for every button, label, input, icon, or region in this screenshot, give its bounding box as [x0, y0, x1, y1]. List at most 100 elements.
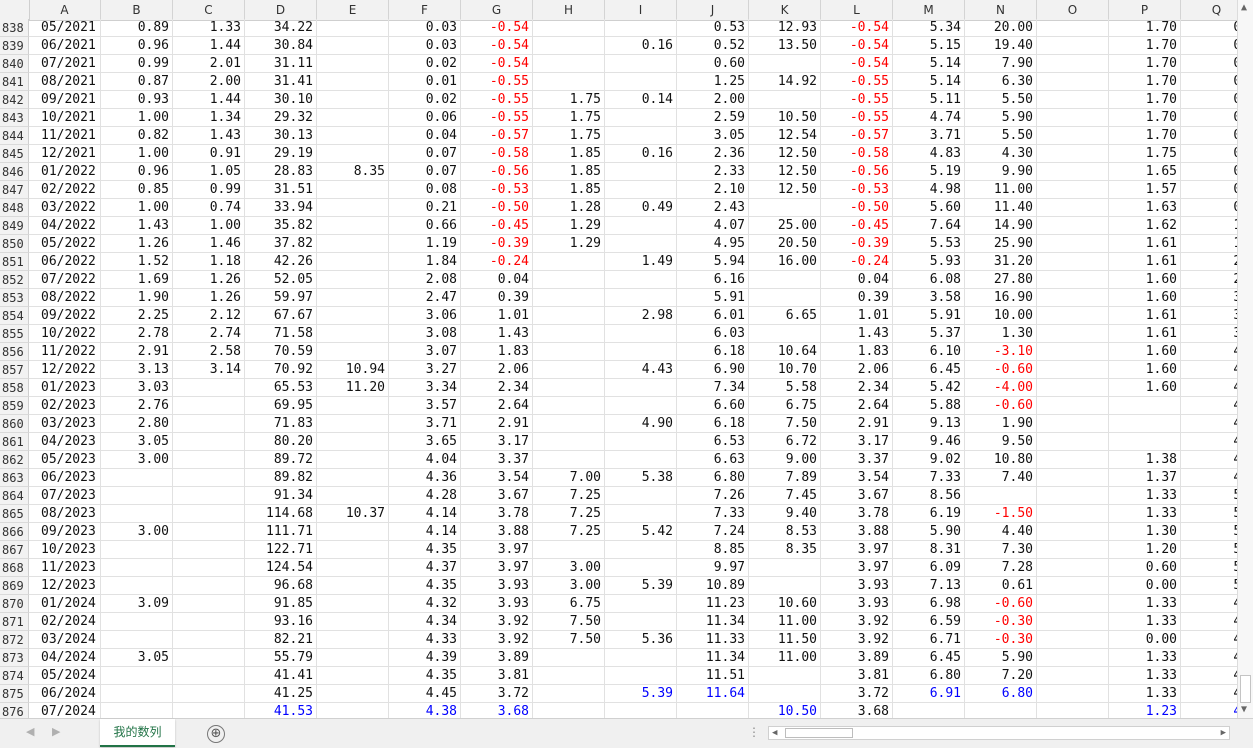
cell-k838[interactable]: 12.93 — [749, 19, 821, 37]
cell-e842[interactable] — [317, 91, 389, 109]
cell-b847[interactable]: 0.85 — [101, 181, 173, 199]
cell-c856[interactable]: 2.58 — [173, 343, 245, 361]
column-header-o[interactable]: O — [1037, 0, 1109, 20]
cell-i868[interactable] — [605, 559, 677, 577]
cell-l867[interactable]: 3.97 — [821, 541, 893, 559]
cell-k846[interactable]: 12.50 — [749, 163, 821, 181]
cell-a855[interactable]: 10/2022 — [29, 325, 101, 343]
cell-c854[interactable]: 2.12 — [173, 307, 245, 325]
cell-g863[interactable]: 3.54 — [461, 469, 533, 487]
cell-o871[interactable] — [1037, 613, 1109, 631]
cell-h869[interactable]: 3.00 — [533, 577, 605, 595]
cell-e857[interactable]: 10.94 — [317, 361, 389, 379]
cell-m854[interactable]: 5.91 — [893, 307, 965, 325]
cell-f851[interactable]: 1.84 — [389, 253, 461, 271]
cell-g860[interactable]: 2.91 — [461, 415, 533, 433]
column-header-e[interactable]: E — [317, 0, 389, 20]
cell-o847[interactable] — [1037, 181, 1109, 199]
cell-e865[interactable]: 10.37 — [317, 505, 389, 523]
row-number[interactable]: 876 — [0, 703, 29, 718]
cell-k847[interactable]: 12.50 — [749, 181, 821, 199]
cell-i873[interactable] — [605, 649, 677, 667]
row-number[interactable]: 860 — [0, 415, 29, 433]
cell-e860[interactable] — [317, 415, 389, 433]
cell-p851[interactable]: 1.61 — [1109, 253, 1181, 271]
cell-d867[interactable]: 122.71 — [245, 541, 317, 559]
column-header-f[interactable]: F — [389, 0, 461, 20]
cell-p871[interactable]: 1.33 — [1109, 613, 1181, 631]
cell-g865[interactable]: 3.78 — [461, 505, 533, 523]
cell-l840[interactable]: -0.54 — [821, 55, 893, 73]
cell-d870[interactable]: 91.85 — [245, 595, 317, 613]
cell-e862[interactable] — [317, 451, 389, 469]
cell-k874[interactable] — [749, 667, 821, 685]
cell-d848[interactable]: 33.94 — [245, 199, 317, 217]
cell-h873[interactable] — [533, 649, 605, 667]
cell-c874[interactable] — [173, 667, 245, 685]
cell-a868[interactable]: 11/2023 — [29, 559, 101, 577]
cell-g864[interactable]: 3.67 — [461, 487, 533, 505]
cell-e866[interactable] — [317, 523, 389, 541]
column-header-p[interactable]: P — [1109, 0, 1181, 20]
cell-e855[interactable] — [317, 325, 389, 343]
cell-j845[interactable]: 2.36 — [677, 145, 749, 163]
cell-a873[interactable]: 04/2024 — [29, 649, 101, 667]
cell-l873[interactable]: 3.89 — [821, 649, 893, 667]
cell-e852[interactable] — [317, 271, 389, 289]
cell-p872[interactable]: 0.00 — [1109, 631, 1181, 649]
cell-m870[interactable]: 6.98 — [893, 595, 965, 613]
cell-i864[interactable] — [605, 487, 677, 505]
cell-e850[interactable] — [317, 235, 389, 253]
cell-c848[interactable]: 0.74 — [173, 199, 245, 217]
cell-c857[interactable]: 3.14 — [173, 361, 245, 379]
cell-j864[interactable]: 7.26 — [677, 487, 749, 505]
cell-l864[interactable]: 3.67 — [821, 487, 893, 505]
cell-e846[interactable]: 8.35 — [317, 163, 389, 181]
cell-m852[interactable]: 6.08 — [893, 271, 965, 289]
cell-j858[interactable]: 7.34 — [677, 379, 749, 397]
cell-g838[interactable]: -0.54 — [461, 19, 533, 37]
cell-g871[interactable]: 3.92 — [461, 613, 533, 631]
cell-b867[interactable] — [101, 541, 173, 559]
cell-g859[interactable]: 2.64 — [461, 397, 533, 415]
cell-o874[interactable] — [1037, 667, 1109, 685]
cell-n871[interactable]: -0.30 — [965, 613, 1037, 631]
cell-o870[interactable] — [1037, 595, 1109, 613]
cell-k869[interactable] — [749, 577, 821, 595]
cell-j838[interactable]: 0.53 — [677, 19, 749, 37]
cell-i839[interactable]: 0.16 — [605, 37, 677, 55]
cell-l863[interactable]: 3.54 — [821, 469, 893, 487]
cell-f848[interactable]: 0.21 — [389, 199, 461, 217]
cell-k844[interactable]: 12.54 — [749, 127, 821, 145]
cell-o863[interactable] — [1037, 469, 1109, 487]
row-number[interactable]: 861 — [0, 433, 29, 451]
cell-k870[interactable]: 10.60 — [749, 595, 821, 613]
cell-d840[interactable]: 31.11 — [245, 55, 317, 73]
cell-p873[interactable]: 1.33 — [1109, 649, 1181, 667]
cell-b864[interactable] — [101, 487, 173, 505]
cell-e868[interactable] — [317, 559, 389, 577]
cell-g866[interactable]: 3.88 — [461, 523, 533, 541]
cell-g854[interactable]: 1.01 — [461, 307, 533, 325]
cell-a841[interactable]: 08/2021 — [29, 73, 101, 91]
cell-d846[interactable]: 28.83 — [245, 163, 317, 181]
cell-b859[interactable]: 2.76 — [101, 397, 173, 415]
cell-m855[interactable]: 5.37 — [893, 325, 965, 343]
column-header-h[interactable]: H — [533, 0, 605, 20]
cell-p864[interactable]: 1.33 — [1109, 487, 1181, 505]
cell-f864[interactable]: 4.28 — [389, 487, 461, 505]
cell-p848[interactable]: 1.63 — [1109, 199, 1181, 217]
cell-q873[interactable]: 4. — [1181, 649, 1237, 667]
row-number[interactable]: 847 — [0, 181, 29, 199]
cell-e847[interactable] — [317, 181, 389, 199]
cell-m843[interactable]: 4.74 — [893, 109, 965, 127]
cell-m864[interactable]: 8.56 — [893, 487, 965, 505]
cell-h876[interactable] — [533, 703, 605, 718]
cell-q874[interactable]: 4. — [1181, 667, 1237, 685]
cell-g868[interactable]: 3.97 — [461, 559, 533, 577]
cell-p853[interactable]: 1.60 — [1109, 289, 1181, 307]
cell-j863[interactable]: 6.80 — [677, 469, 749, 487]
cell-m850[interactable]: 5.53 — [893, 235, 965, 253]
cell-d876[interactable]: 41.53 — [245, 703, 317, 718]
cell-n845[interactable]: 4.30 — [965, 145, 1037, 163]
